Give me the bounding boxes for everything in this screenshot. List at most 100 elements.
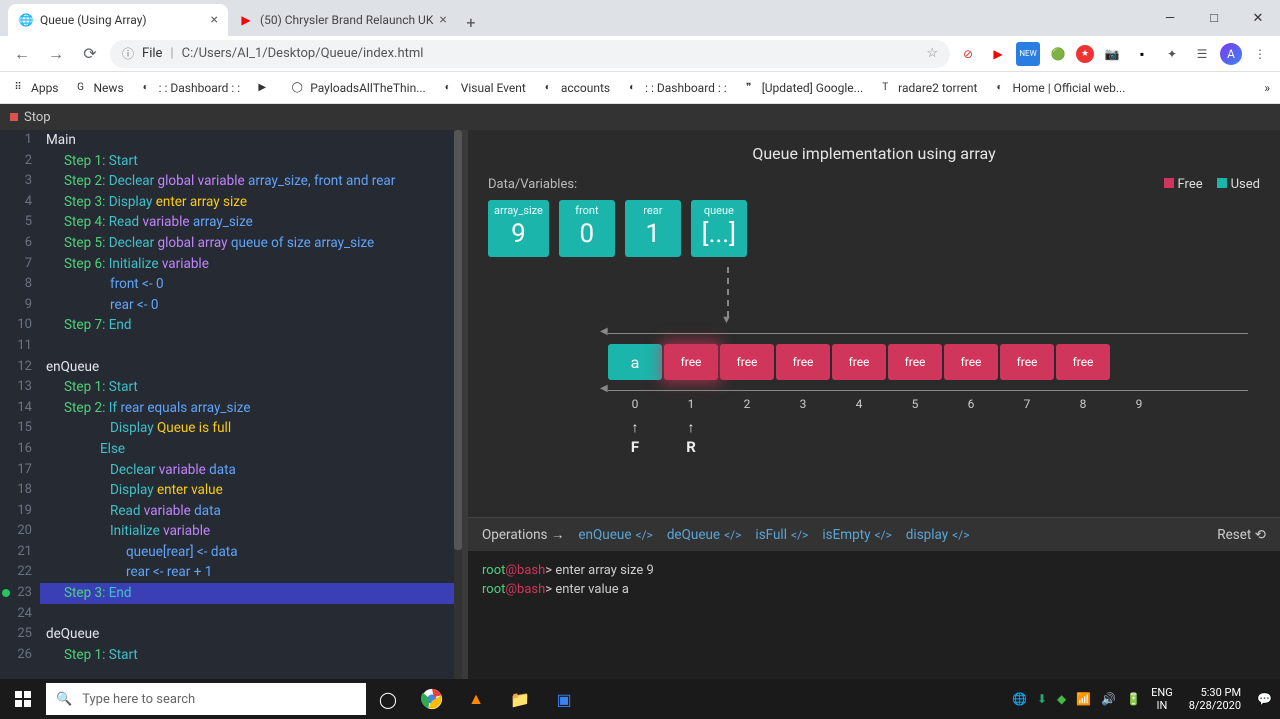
terminal[interactable]: root@bash> enter array size 9root@bash> … — [468, 551, 1280, 679]
bookmark-item[interactable]: Tradare2 torrent — [877, 80, 977, 96]
legend-used-label: Used — [1231, 177, 1260, 192]
code-line: Step 5: Declear global array queue of si… — [40, 233, 462, 254]
ext-icon[interactable]: ▪ — [1130, 42, 1154, 66]
pointer-slot — [720, 419, 774, 456]
operation-button[interactable]: enQueue </> — [578, 527, 652, 543]
url-text: C:/Users/AI_1/Desktop/Queue/index.html — [182, 46, 424, 61]
var-name: array_size — [494, 204, 543, 217]
pointer-slot — [1056, 419, 1110, 456]
close-icon[interactable]: × — [439, 12, 446, 28]
array-index: 9 — [1112, 397, 1166, 411]
search-placeholder: Type here to search — [82, 692, 195, 707]
operation-button[interactable]: display </> — [906, 527, 970, 543]
volume-icon[interactable]: 🔊 — [1101, 692, 1116, 706]
bookmarks-overflow[interactable]: » — [1264, 81, 1270, 95]
tray-icon[interactable]: 🌐 — [1012, 692, 1027, 706]
tab-title: Queue (Using Array) — [40, 13, 147, 27]
bookmark-item[interactable]: ◐: : Dashboard : : — [624, 80, 727, 96]
ext-icon[interactable]: NEW — [1016, 42, 1040, 66]
notifications-icon[interactable]: 💬 — [1257, 692, 1272, 706]
taskbar: 🔍 Type here to search ◯ ▲ 📁 ▣ 🌐 ⬇ ◆ 📶 🔊 … — [0, 679, 1280, 719]
readinglist-icon[interactable]: ☰ — [1190, 42, 1214, 66]
start-button[interactable] — [0, 679, 46, 719]
bookmark-item[interactable]: ◯PayloadsAllTheThin... — [289, 80, 425, 96]
profile-icon[interactable]: A — [1220, 43, 1242, 65]
pointer-slot: ↑R — [664, 419, 718, 456]
tray-icon[interactable]: ◆ — [1057, 692, 1066, 706]
array-cell: free — [1056, 344, 1110, 380]
operation-button[interactable]: isFull </> — [755, 527, 808, 543]
forward-button[interactable]: → — [42, 40, 70, 68]
legend: Free Used — [1164, 177, 1260, 192]
bookmark-item[interactable]: ❞[Updated] Google... — [741, 80, 863, 96]
tray-time[interactable]: 5:30 PM — [1189, 686, 1241, 699]
browser-tab-inactive[interactable]: ▶ (50) Chrysler Brand Relaunch UK × — [228, 4, 457, 36]
scrollbar[interactable] — [454, 130, 462, 679]
reset-button[interactable]: Reset ⟲ — [1217, 527, 1266, 543]
wifi-icon[interactable]: 📶 — [1076, 692, 1091, 706]
visualization-panel: Queue implementation using array Data/Va… — [468, 130, 1280, 679]
explorer-icon[interactable]: 📁 — [498, 679, 542, 719]
bookmarks-bar: ⠿ Apps GNews ◐: : Dashboard : : ▶ ◯PayloadsAl… — [0, 72, 1280, 104]
tray-date: 8/28/2020 — [1189, 699, 1241, 712]
ext-icon[interactable]: 📷 — [1100, 42, 1124, 66]
code-line: Step 6: Initialize variable — [40, 254, 462, 275]
code-line: rear <- rear + 1 — [40, 562, 462, 583]
code-line: Step 1: Start — [40, 151, 462, 172]
tray-icon[interactable]: ⬇ — [1037, 692, 1047, 706]
vlc-icon[interactable]: ▲ — [454, 679, 498, 719]
reload-button[interactable]: ⟳ — [76, 40, 104, 68]
bookmark-label: accounts — [561, 81, 610, 95]
stop-button[interactable]: Stop — [24, 110, 51, 125]
ext-icon[interactable]: ▶ — [986, 42, 1010, 66]
bookmark-item[interactable]: ⠿ Apps — [10, 80, 59, 96]
extensions-icon[interactable]: ✦ — [1160, 42, 1184, 66]
ext-icon[interactable]: 🟢 — [1046, 42, 1070, 66]
code-line: front <- 0 — [40, 274, 462, 295]
bookmark-item[interactable]: ◐: : Dashboard : : — [138, 80, 241, 96]
taskbar-search[interactable]: 🔍 Type here to search — [46, 683, 366, 715]
back-button[interactable]: ← — [8, 40, 36, 68]
arrow-down-icon — [718, 267, 738, 327]
operation-button[interactable]: deQueue </> — [667, 527, 742, 543]
maximize-button[interactable]: □ — [1192, 0, 1236, 36]
minimize-button[interactable]: — — [1148, 0, 1192, 36]
code-line — [40, 336, 462, 357]
close-icon[interactable]: × — [211, 12, 218, 28]
tray-lang[interactable]: ENG — [1151, 686, 1173, 699]
bookmark-item[interactable]: ▶ — [254, 80, 275, 96]
bookmark-item[interactable]: ◐Home | Official web... — [991, 80, 1125, 96]
new-tab-button[interactable]: + — [457, 8, 485, 36]
code-line: deQueue — [40, 624, 462, 645]
code-line — [40, 604, 462, 625]
pointer-slot — [944, 419, 998, 456]
cortana-icon[interactable]: ◯ — [366, 679, 410, 719]
var-value: 9 — [494, 219, 543, 249]
app-icon[interactable]: ▣ — [542, 679, 586, 719]
array-visualization: afreefreefreefreefreefreefreefree 012345… — [608, 333, 1248, 456]
operations-bar: Operations → enQueue </>deQueue </>isFul… — [468, 517, 1280, 551]
close-button[interactable]: ✕ — [1236, 0, 1280, 36]
star-icon[interactable]: ☆ — [926, 46, 938, 61]
operation-button[interactable]: isEmpty </> — [822, 527, 891, 543]
battery-icon[interactable]: 🔋 — [1126, 692, 1141, 706]
menu-icon[interactable]: ⋮ — [1248, 42, 1272, 66]
bookmark-item[interactable]: ◐Visual Event — [440, 80, 526, 96]
bookmark-item[interactable]: ◐accounts — [540, 80, 610, 96]
bookmark-label: Apps — [31, 81, 59, 95]
bookmark-label: : : Dashboard : : — [159, 81, 241, 95]
code-lines: MainStep 1: StartStep 2: Declear global … — [40, 130, 462, 665]
code-icon: </> — [635, 528, 652, 542]
ext-icon[interactable]: ⊘ — [956, 42, 980, 66]
search-icon: 🔍 — [56, 692, 72, 707]
ext-icon[interactable]: ★ — [1076, 45, 1094, 63]
code-line: Step 1: Start — [40, 377, 462, 398]
url-input[interactable]: ⓘ File | C:/Users/AI_1/Desktop/Queue/ind… — [110, 40, 950, 68]
browser-tab-active[interactable]: 🌐 Queue (Using Array) × — [8, 4, 228, 36]
chrome-icon[interactable] — [410, 679, 454, 719]
code-line: Step 4: Read variable array_size — [40, 212, 462, 233]
array-cell: free — [888, 344, 942, 380]
array-index: 0 — [608, 397, 662, 411]
bookmark-icon: ⠿ — [10, 80, 26, 96]
bookmark-item[interactable]: GNews — [73, 80, 124, 96]
